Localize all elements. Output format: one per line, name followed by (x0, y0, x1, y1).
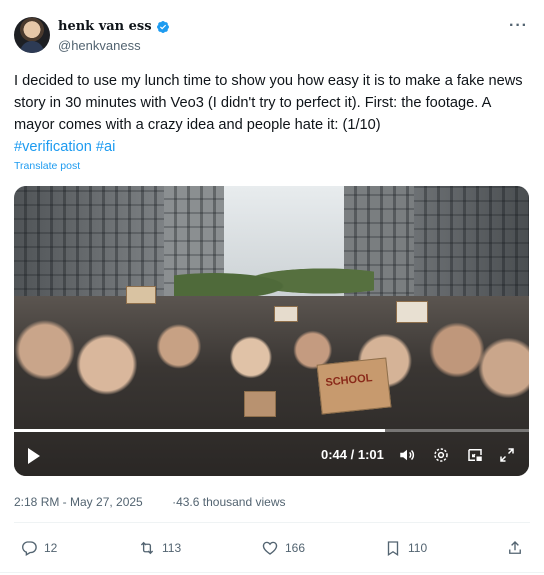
share-icon (509, 541, 521, 554)
tweet-body-text: I decided to use my lunch time to show y… (14, 73, 523, 133)
video-player[interactable]: SCHOOL (14, 186, 529, 476)
protest-sign-text: SCHOOL (324, 372, 373, 389)
bookmark-count: 110 (408, 541, 428, 555)
avatar-shirt (20, 41, 44, 53)
translate-post-link[interactable]: Translate post (14, 160, 80, 172)
more-options-icon[interactable]: ··· (509, 17, 528, 35)
settings-gear-icon[interactable] (432, 446, 450, 464)
fullscreen-icon[interactable] (498, 446, 516, 464)
share-button[interactable] (506, 539, 524, 557)
divider (14, 522, 530, 523)
like-button[interactable]: 166 (261, 539, 305, 557)
protest-sign (244, 391, 276, 417)
reply-button[interactable]: 12 (20, 539, 57, 557)
repost-count: 113 (162, 541, 182, 555)
protest-sign (396, 301, 428, 323)
reply-icon (22, 541, 37, 556)
tweet-card: henk van ess @henkvaness ··· I decided t… (0, 0, 544, 575)
heart-icon (262, 541, 278, 555)
tweet-meta: 2:18 RM - May 27, 2025 ·43.6 thousand vi… (14, 495, 285, 509)
protest-sign-school: SCHOOL (316, 357, 392, 415)
video-progress-bar[interactable] (14, 429, 529, 432)
author-display-name[interactable]: henk van ess (58, 19, 152, 34)
tweet-hashtags[interactable]: #verification #ai (14, 139, 115, 155)
tweet-text-block: I decided to use my lunch time to show y… (14, 70, 530, 158)
repost-icon (140, 541, 154, 555)
protest-sign (126, 286, 156, 304)
picture-in-picture-icon[interactable] (466, 446, 484, 464)
video-controls: 0:44 / 1:01 (14, 440, 529, 470)
like-count: 166 (285, 541, 306, 555)
tweet-actions: 12 113 166 110 (0, 535, 544, 563)
video-progress-fill (14, 429, 385, 432)
verified-badge-icon (156, 20, 169, 33)
repost-button[interactable]: 113 (138, 539, 181, 557)
avatar[interactable] (14, 17, 50, 53)
author-handle[interactable]: @henkvaness (58, 38, 141, 53)
view-count: 43.6 thousand views (176, 495, 286, 509)
volume-icon[interactable] (398, 446, 416, 464)
author-name-row: henk van ess (58, 19, 170, 34)
reply-count: 12 (44, 541, 58, 555)
video-time: 0:44 / 1:01 (321, 447, 384, 462)
tweet-timestamp[interactable]: 2:18 RM - May 27, 2025 (14, 495, 143, 509)
bookmark-icon (387, 541, 399, 557)
protest-sign (274, 306, 298, 322)
bookmark-button[interactable]: 110 (384, 539, 427, 557)
play-icon[interactable] (28, 448, 40, 464)
bottom-divider (0, 572, 544, 573)
